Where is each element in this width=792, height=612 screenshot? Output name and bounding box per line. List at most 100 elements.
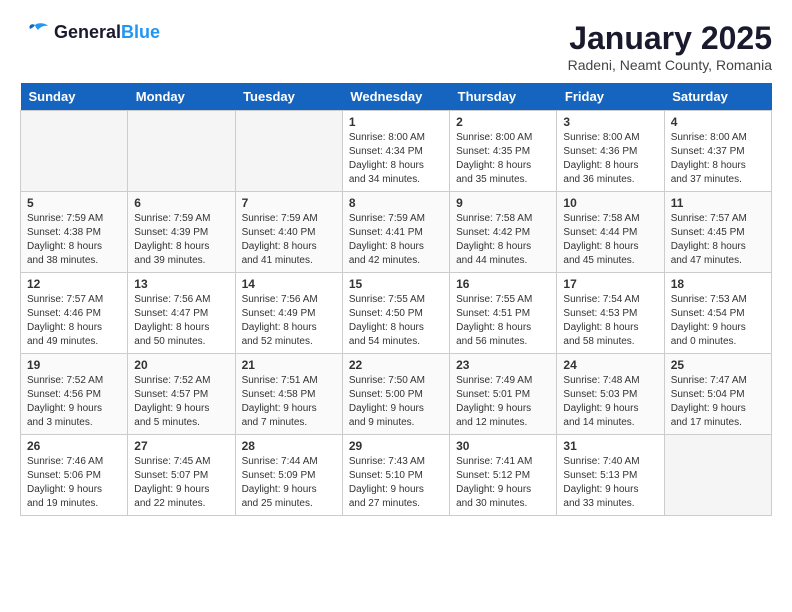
day-info: Sunrise: 7:59 AM Sunset: 4:40 PM Dayligh… <box>242 212 336 268</box>
day-info: Sunrise: 7:41 AM Sunset: 5:12 PM Dayligh… <box>456 455 550 511</box>
day-number: 11 <box>671 196 765 210</box>
day-number: 6 <box>134 196 228 210</box>
day-number: 26 <box>27 439 121 453</box>
day-info: Sunrise: 7:46 AM Sunset: 5:06 PM Dayligh… <box>27 455 121 511</box>
day-info: Sunrise: 7:59 AM Sunset: 4:41 PM Dayligh… <box>349 212 443 268</box>
day-number: 20 <box>134 358 228 372</box>
table-row: 13 Sunrise: 7:56 AM Sunset: 4:47 PM Dayli… <box>128 273 235 354</box>
table-row: 5 Sunrise: 7:59 AM Sunset: 4:38 PM Daylig… <box>21 192 128 273</box>
day-number: 15 <box>349 277 443 291</box>
day-number: 31 <box>563 439 657 453</box>
day-info: Sunrise: 7:59 AM Sunset: 4:38 PM Dayligh… <box>27 212 121 268</box>
day-number: 1 <box>349 115 443 129</box>
table-row: 2 Sunrise: 8:00 AM Sunset: 4:35 PM Daylig… <box>450 111 557 192</box>
page-header: GeneralBlue January 2025 Radeni, Neamt C… <box>20 20 772 73</box>
table-row: 25Sunrise: 7:47 AM Sunset: 5:04 PM Dayli… <box>664 354 771 435</box>
day-info: Sunrise: 7:57 AM Sunset: 4:45 PM Dayligh… <box>671 212 765 268</box>
calendar-header-row: Sunday Monday Tuesday Wednesday Thursday… <box>21 83 772 111</box>
day-number: 24 <box>563 358 657 372</box>
day-number: 3 <box>563 115 657 129</box>
table-row: 17Sunrise: 7:54 AM Sunset: 4:53 PM Dayli… <box>557 273 664 354</box>
day-info: Sunrise: 8:00 AM Sunset: 4:36 PM Dayligh… <box>563 131 657 187</box>
col-monday: Monday <box>128 83 235 111</box>
col-tuesday: Tuesday <box>235 83 342 111</box>
day-info: Sunrise: 7:55 AM Sunset: 4:51 PM Dayligh… <box>456 293 550 349</box>
day-number: 27 <box>134 439 228 453</box>
table-row: 24 Sunrise: 7:48 AM Sunset: 5:03 PM Dayli… <box>557 354 664 435</box>
table-row <box>128 111 235 192</box>
day-number: 30 <box>456 439 550 453</box>
logo-text: GeneralBlue <box>54 23 160 43</box>
day-number: 16 <box>456 277 550 291</box>
day-info: Sunrise: 7:58 AM Sunset: 4:42 PM Dayligh… <box>456 212 550 268</box>
col-saturday: Saturday <box>664 83 771 111</box>
table-row: 23 Sunrise: 7:49 AM Sunset: 5:01 PM Dayli… <box>450 354 557 435</box>
col-sunday: Sunday <box>21 83 128 111</box>
table-row: 16 Sunrise: 7:55 AM Sunset: 4:51 PM Dayli… <box>450 273 557 354</box>
table-row <box>21 111 128 192</box>
table-row: 8 Sunrise: 7:59 AM Sunset: 4:41 PM Daylig… <box>342 192 449 273</box>
table-row: 20Sunrise: 7:52 AM Sunset: 4:57 PM Dayli… <box>128 354 235 435</box>
day-number: 4 <box>671 115 765 129</box>
calendar-week-row: 1Sunrise: 8:00 AM Sunset: 4:34 PM Daylig… <box>21 111 772 192</box>
day-number: 2 <box>456 115 550 129</box>
day-info: Sunrise: 7:56 AM Sunset: 4:47 PM Dayligh… <box>134 293 228 349</box>
day-info: Sunrise: 7:59 AM Sunset: 4:39 PM Dayligh… <box>134 212 228 268</box>
day-info: Sunrise: 7:48 AM Sunset: 5:03 PM Dayligh… <box>563 374 657 430</box>
table-row: 3 Sunrise: 8:00 AM Sunset: 4:36 PM Daylig… <box>557 111 664 192</box>
day-number: 29 <box>349 439 443 453</box>
table-row: 12 Sunrise: 7:57 AM Sunset: 4:46 PM Dayli… <box>21 273 128 354</box>
location-subtitle: Radeni, Neamt County, Romania <box>568 57 772 73</box>
day-info: Sunrise: 8:00 AM Sunset: 4:35 PM Dayligh… <box>456 131 550 187</box>
day-info: Sunrise: 7:50 AM Sunset: 5:00 PM Dayligh… <box>349 374 443 430</box>
table-row: 27 Sunrise: 7:45 AM Sunset: 5:07 PM Dayli… <box>128 435 235 516</box>
day-info: Sunrise: 7:55 AM Sunset: 4:50 PM Dayligh… <box>349 293 443 349</box>
day-number: 22 <box>349 358 443 372</box>
day-info: Sunrise: 7:56 AM Sunset: 4:49 PM Dayligh… <box>242 293 336 349</box>
day-number: 17 <box>563 277 657 291</box>
table-row: 30 Sunrise: 7:41 AM Sunset: 5:12 PM Dayli… <box>450 435 557 516</box>
logo-icon <box>20 20 50 45</box>
calendar-week-row: 12 Sunrise: 7:57 AM Sunset: 4:46 PM Dayli… <box>21 273 772 354</box>
day-info: Sunrise: 7:44 AM Sunset: 5:09 PM Dayligh… <box>242 455 336 511</box>
day-number: 7 <box>242 196 336 210</box>
table-row: 21Sunrise: 7:51 AM Sunset: 4:58 PM Dayli… <box>235 354 342 435</box>
day-info: Sunrise: 7:49 AM Sunset: 5:01 PM Dayligh… <box>456 374 550 430</box>
day-number: 10 <box>563 196 657 210</box>
calendar-table: Sunday Monday Tuesday Wednesday Thursday… <box>20 83 772 516</box>
col-wednesday: Wednesday <box>342 83 449 111</box>
title-section: January 2025 Radeni, Neamt County, Roman… <box>568 20 772 73</box>
day-number: 9 <box>456 196 550 210</box>
table-row <box>235 111 342 192</box>
day-number: 13 <box>134 277 228 291</box>
logo: GeneralBlue <box>20 20 160 45</box>
day-info: Sunrise: 7:58 AM Sunset: 4:44 PM Dayligh… <box>563 212 657 268</box>
day-number: 28 <box>242 439 336 453</box>
calendar-week-row: 26 Sunrise: 7:46 AM Sunset: 5:06 PM Dayli… <box>21 435 772 516</box>
day-number: 23 <box>456 358 550 372</box>
table-row: 4 Sunrise: 8:00 AM Sunset: 4:37 PM Daylig… <box>664 111 771 192</box>
day-info: Sunrise: 8:00 AM Sunset: 4:37 PM Dayligh… <box>671 131 765 187</box>
day-info: Sunrise: 7:52 AM Sunset: 4:56 PM Dayligh… <box>27 374 121 430</box>
table-row: 14Sunrise: 7:56 AM Sunset: 4:49 PM Dayli… <box>235 273 342 354</box>
day-number: 21 <box>242 358 336 372</box>
table-row: 15 Sunrise: 7:55 AM Sunset: 4:50 PM Dayli… <box>342 273 449 354</box>
table-row: 9 Sunrise: 7:58 AM Sunset: 4:42 PM Daylig… <box>450 192 557 273</box>
day-info: Sunrise: 7:45 AM Sunset: 5:07 PM Dayligh… <box>134 455 228 511</box>
day-info: Sunrise: 7:40 AM Sunset: 5:13 PM Dayligh… <box>563 455 657 511</box>
day-number: 8 <box>349 196 443 210</box>
table-row: 11 Sunrise: 7:57 AM Sunset: 4:45 PM Dayli… <box>664 192 771 273</box>
day-number: 5 <box>27 196 121 210</box>
day-number: 12 <box>27 277 121 291</box>
table-row: 29Sunrise: 7:43 AM Sunset: 5:10 PM Dayli… <box>342 435 449 516</box>
calendar-week-row: 5 Sunrise: 7:59 AM Sunset: 4:38 PM Daylig… <box>21 192 772 273</box>
table-row: 31 Sunrise: 7:40 AM Sunset: 5:13 PM Dayli… <box>557 435 664 516</box>
col-thursday: Thursday <box>450 83 557 111</box>
table-row: 26 Sunrise: 7:46 AM Sunset: 5:06 PM Dayli… <box>21 435 128 516</box>
table-row: 18Sunrise: 7:53 AM Sunset: 4:54 PM Dayli… <box>664 273 771 354</box>
table-row: 7 Sunrise: 7:59 AM Sunset: 4:40 PM Daylig… <box>235 192 342 273</box>
calendar-week-row: 19Sunrise: 7:52 AM Sunset: 4:56 PM Dayli… <box>21 354 772 435</box>
col-friday: Friday <box>557 83 664 111</box>
day-number: 18 <box>671 277 765 291</box>
day-info: Sunrise: 7:57 AM Sunset: 4:46 PM Dayligh… <box>27 293 121 349</box>
